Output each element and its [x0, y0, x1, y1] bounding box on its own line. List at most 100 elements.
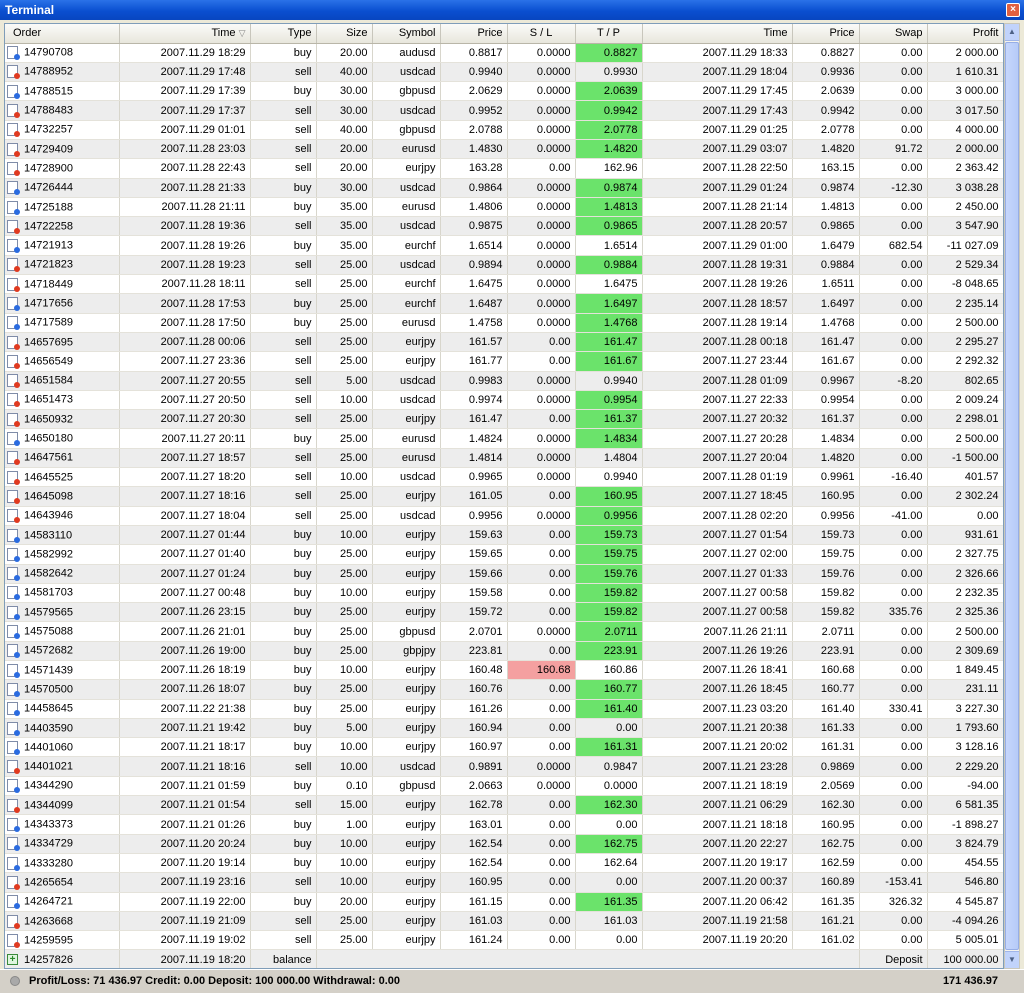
ticket-buy-icon	[7, 528, 20, 543]
cell-open-time: 2007.11.21 01:59	[119, 776, 251, 797]
cell-close-price: 160.95	[792, 486, 860, 507]
cell-swap: 0.00	[859, 583, 928, 604]
table-row[interactable]: 14645098 2007.11.27 18:16 sell 25.00 eurjpy 1…	[5, 486, 1003, 507]
table-row[interactable]: 14732257 2007.11.29 01:01 sell 40.00 gbpusd 2…	[5, 120, 1003, 140]
cell-sl: 0.00	[507, 544, 576, 565]
table-row[interactable]: 14572682 2007.11.26 19:00 buy 25.00 gbpjpy 22…	[5, 641, 1003, 662]
table-row[interactable]: 14647561 2007.11.27 18:57 sell 25.00 eurusd 1…	[5, 448, 1003, 469]
table-row[interactable]: 14717589 2007.11.28 17:50 buy 25.00 eurusd 1.…	[5, 313, 1003, 333]
table-row[interactable]: 14570500 2007.11.26 18:07 buy 25.00 eurjpy 16…	[5, 679, 1003, 700]
column-header-symbol[interactable]: Symbol	[372, 24, 441, 44]
table-row[interactable]: 14651473 2007.11.27 20:50 sell 10.00 usdcad 0…	[5, 390, 1003, 411]
column-header-price[interactable]: Price	[440, 24, 508, 44]
vertical-scrollbar[interactable]: ▲ ▼	[1004, 23, 1020, 969]
balance-row[interactable]: +14257826 2007.11.19 18:20 balance Deposit 1…	[5, 949, 1003, 968]
cell-profit: 802.65	[927, 371, 1003, 391]
table-row[interactable]: 14718449 2007.11.28 18:11 sell 25.00 eurchf 1…	[5, 274, 1003, 295]
cell-price: 0.9983	[440, 371, 508, 391]
cell-close-price: 162.30	[792, 795, 860, 816]
cell-sl: 0.0000	[507, 216, 576, 237]
table-row[interactable]: 14582642 2007.11.27 01:24 buy 25.00 eurjpy 15…	[5, 564, 1003, 584]
cell-order: 14725188	[5, 197, 120, 218]
scroll-thumb[interactable]	[1005, 42, 1019, 950]
table-row[interactable]: 14333280 2007.11.20 19:14 buy 10.00 eurjpy 16…	[5, 853, 1003, 874]
table-row[interactable]: 14579565 2007.11.26 23:15 buy 25.00 eurjpy 15…	[5, 602, 1003, 623]
column-header-order[interactable]: Order	[5, 24, 120, 44]
ticket-sell-icon	[7, 258, 20, 273]
table-row[interactable]: 14643946 2007.11.27 18:04 sell 25.00 usdcad 0…	[5, 506, 1003, 526]
table-row[interactable]: 14721913 2007.11.28 19:26 buy 35.00 eurchf 1.…	[5, 235, 1003, 256]
column-header-time[interactable]: Time ▽	[119, 24, 251, 44]
table-row[interactable]: 14582992 2007.11.27 01:40 buy 25.00 eurjpy 15…	[5, 544, 1003, 565]
cell-open-time: 2007.11.29 17:37	[119, 100, 251, 121]
cell-price: 0.9864	[440, 178, 508, 198]
table-row[interactable]: 14722258 2007.11.28 19:36 sell 35.00 usdcad 0…	[5, 216, 1003, 237]
cell-swap: 0.00	[859, 332, 928, 353]
table-row[interactable]: 14651584 2007.11.27 20:55 sell 5.00 usdcad 0.…	[5, 371, 1003, 391]
table-row[interactable]: 14581703 2007.11.27 00:48 buy 10.00 eurjpy 15…	[5, 583, 1003, 604]
table-row[interactable]: 14721823 2007.11.28 19:23 sell 25.00 usdcad 0…	[5, 255, 1003, 276]
table-row[interactable]: 14259595 2007.11.19 19:02 sell 25.00 eurjpy 1…	[5, 930, 1003, 951]
cell-comment: Deposit	[859, 949, 928, 968]
column-header-type[interactable]: Type	[250, 24, 317, 44]
table-row[interactable]: 14265654 2007.11.19 23:16 sell 10.00 eurjpy 1…	[5, 872, 1003, 893]
ticket-sell-icon	[7, 509, 20, 524]
table-row[interactable]: 14717656 2007.11.28 17:53 buy 25.00 eurchf 1.…	[5, 293, 1003, 314]
scroll-down-icon[interactable]: ▼	[1005, 951, 1019, 968]
table-row[interactable]: 14344099 2007.11.21 01:54 sell 15.00 eurjpy 1…	[5, 795, 1003, 816]
cell-profit: 2 295.27	[927, 332, 1003, 353]
cell-close-price: 1.6497	[792, 293, 860, 314]
table-row[interactable]: 14401060 2007.11.21 18:17 buy 10.00 eurjpy 16…	[5, 737, 1003, 758]
table-row[interactable]: 14645525 2007.11.27 18:20 sell 10.00 usdcad 0…	[5, 467, 1003, 488]
ticket-sell-icon	[7, 219, 20, 234]
cell-profit: 2 327.75	[927, 544, 1003, 565]
table-row[interactable]: 14729409 2007.11.28 23:03 sell 20.00 eurusd 1…	[5, 139, 1003, 160]
cell-tp: 162.30	[575, 795, 643, 816]
column-header-close-time[interactable]: Time	[642, 24, 793, 44]
order-number: 14344290	[24, 779, 73, 792]
cell-type: sell	[250, 409, 317, 430]
column-header-sl[interactable]: S / L	[507, 24, 576, 44]
table-row[interactable]: 14403590 2007.11.21 19:42 buy 5.00 eurjpy 160…	[5, 718, 1003, 739]
table-row[interactable]: 14401021 2007.11.21 18:16 sell 10.00 usdcad 0…	[5, 756, 1003, 777]
cell-close-price: 0.9961	[792, 467, 860, 488]
table-row[interactable]: 14571439 2007.11.26 18:19 buy 10.00 eurjpy 16…	[5, 660, 1003, 681]
table-row[interactable]: 14458645 2007.11.22 21:38 buy 25.00 eurjpy 16…	[5, 699, 1003, 719]
table-row[interactable]: 14788483 2007.11.29 17:37 sell 30.00 usdcad 0…	[5, 100, 1003, 121]
column-header-tp[interactable]: T / P	[575, 24, 643, 44]
table-row[interactable]: 14656549 2007.11.27 23:36 sell 25.00 eurjpy 1…	[5, 351, 1003, 372]
table-row[interactable]: 14334729 2007.11.20 20:24 buy 10.00 eurjpy 16…	[5, 834, 1003, 854]
sort-descending-icon: ▽	[238, 28, 246, 39]
cell-order: 14650180	[5, 428, 120, 449]
table-row[interactable]: 14728900 2007.11.28 22:43 sell 20.00 eurjpy 1…	[5, 158, 1003, 179]
table-row[interactable]: 14343373 2007.11.21 01:26 buy 1.00 eurjpy 163…	[5, 814, 1003, 835]
table-row[interactable]: 14725188 2007.11.28 21:11 buy 35.00 eurusd 1.…	[5, 197, 1003, 218]
cell-close-time: 2007.11.27 00:58	[642, 602, 793, 623]
table-row[interactable]: 14263668 2007.11.19 21:09 sell 25.00 eurjpy 1…	[5, 911, 1003, 932]
scroll-up-icon[interactable]: ▲	[1005, 24, 1019, 41]
close-icon[interactable]: ×	[1006, 3, 1020, 17]
column-header-swap[interactable]: Swap	[859, 24, 928, 44]
cell-symbol: usdcad	[372, 467, 441, 488]
table-row[interactable]: 14575088 2007.11.26 21:01 buy 25.00 gbpusd 2.…	[5, 621, 1003, 642]
table-row[interactable]: 14788952 2007.11.29 17:48 sell 40.00 usdcad 0…	[5, 62, 1003, 83]
table-row[interactable]: 14583110 2007.11.27 01:44 buy 10.00 eurjpy 15…	[5, 525, 1003, 546]
table-row[interactable]: 14264721 2007.11.19 22:00 buy 20.00 eurjpy 16…	[5, 892, 1003, 912]
cell-profit: 3 038.28	[927, 178, 1003, 198]
ticket-sell-icon	[7, 798, 20, 813]
table-row[interactable]: 14657695 2007.11.28 00:06 sell 25.00 eurjpy 1…	[5, 332, 1003, 353]
table-row[interactable]: 14650932 2007.11.27 20:30 sell 25.00 eurjpy 1…	[5, 409, 1003, 430]
cell-tp: 0.9956	[575, 506, 643, 526]
column-header-close-price[interactable]: Price	[792, 24, 860, 44]
column-header-size[interactable]: Size	[316, 24, 373, 44]
cell-swap: 0.00	[859, 660, 928, 681]
table-row[interactable]: 14344290 2007.11.21 01:59 buy 0.10 gbpusd 2.0…	[5, 776, 1003, 797]
table-row[interactable]: 14650180 2007.11.27 20:11 buy 25.00 eurusd 1.…	[5, 428, 1003, 449]
cell-profit: 3 017.50	[927, 100, 1003, 121]
table-row[interactable]: 14790708 2007.11.29 18:29 buy 20.00 audusd 0.…	[5, 43, 1003, 63]
table-row[interactable]: 14788515 2007.11.29 17:39 buy 30.00 gbpusd 2.…	[5, 81, 1003, 102]
column-header-profit[interactable]: Profit	[927, 24, 1003, 44]
cell-tp: 1.6514	[575, 235, 643, 256]
table-row[interactable]: 14726444 2007.11.28 21:33 buy 30.00 usdcad 0.…	[5, 178, 1003, 198]
cell-type: sell	[250, 756, 317, 777]
